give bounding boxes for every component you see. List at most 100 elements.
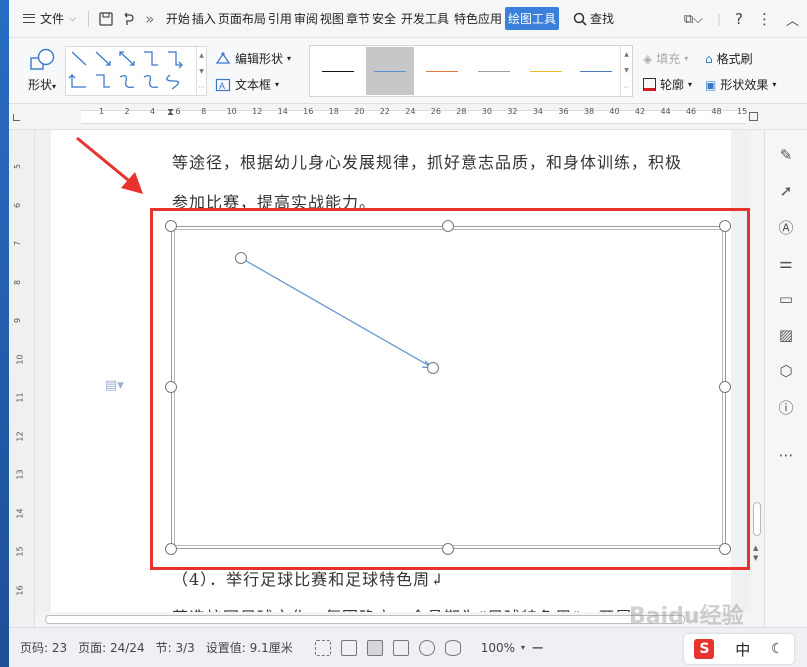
line-style-3[interactable]	[418, 47, 466, 95]
line-gallery[interactable]: ▲ ▼ ⋯	[65, 46, 207, 96]
outline-view-icon[interactable]	[392, 639, 409, 656]
ruler-tick: 12	[15, 430, 25, 442]
chevron-down-icon: ▾	[275, 80, 280, 89]
horizontal-ruler[interactable]: ⧗ 1 2 4 6 8 10 12 14 16 18 20 22 24 26 28 30 32 34 36 38 40 4…	[9, 104, 807, 130]
more-menu-icon[interactable]: ⋮	[757, 10, 772, 28]
zoom-out-icon[interactable]: −	[531, 638, 544, 657]
paragraph-line[interactable]: 等途径，根据幼儿身心发展规律，抓好意志品质，和身体训练，积极	[172, 149, 682, 173]
ruler-tick: 22	[379, 107, 390, 116]
scroll-up-icon[interactable]: ▲	[753, 544, 758, 552]
search-button[interactable]: 查找	[573, 10, 614, 27]
edit-shape-icon	[215, 51, 231, 64]
help-icon[interactable]: ⓘ	[775, 396, 797, 418]
line-style-5[interactable]	[522, 47, 570, 95]
scroll-down-icon[interactable]: ▼	[753, 554, 758, 562]
tab-references[interactable]: 引用	[267, 7, 293, 30]
ruler-tick: 15	[737, 107, 748, 116]
collapse-ribbon-icon[interactable]: ︿	[786, 10, 799, 29]
save-icon[interactable]	[95, 8, 117, 30]
help-icon[interactable]: ?	[735, 10, 743, 28]
image-icon[interactable]: ▨	[775, 324, 797, 346]
scrollbar-thumb[interactable]	[753, 502, 761, 536]
tab-home[interactable]: 开始	[165, 7, 191, 30]
moon-icon[interactable]: ☾	[771, 641, 784, 657]
shield-icon[interactable]: ⬡	[775, 360, 797, 382]
canvas-resize-handle[interactable]	[719, 220, 731, 232]
search-label: 查找	[590, 12, 615, 26]
chevron-down-icon: ▾	[287, 54, 292, 63]
ime-toolbar[interactable]: S 中 ☾	[684, 634, 794, 664]
vertical-scrollbar[interactable]: ▲ ▼	[750, 130, 764, 627]
tab-developer[interactable]: 开发工具	[400, 7, 450, 30]
tab-sections[interactable]: 章节	[345, 7, 371, 30]
tab-view[interactable]: 视图	[319, 7, 345, 30]
ruler-toggle-icon[interactable]	[749, 112, 758, 121]
file-menu-button[interactable]: 文件 ⌵	[9, 0, 82, 38]
setting-value[interactable]: 设置值: 9.1厘米	[206, 639, 293, 656]
scrollbar-thumb[interactable]	[45, 615, 685, 624]
zoom-level[interactable]: 100%	[481, 641, 515, 655]
text-style-icon[interactable]: Ⓐ	[775, 216, 797, 238]
line-style-1[interactable]	[314, 47, 362, 95]
pen-icon[interactable]: ✎	[775, 144, 797, 166]
indent-marker-icon[interactable]: ⧗	[167, 107, 174, 118]
textbox-button[interactable]: A 文本框 ▾	[215, 76, 279, 93]
canvas-resize-handle[interactable]	[165, 381, 177, 393]
shape-effect-button[interactable]: ▣ 形状效果 ▾	[705, 76, 776, 93]
tab-review[interactable]: 审阅	[293, 7, 319, 30]
pointer-icon[interactable]: ➚	[775, 180, 797, 202]
format-brush-button[interactable]: ⌂ 格式刷	[705, 50, 753, 67]
line-swatch	[580, 71, 612, 72]
canvas-resize-handle[interactable]	[442, 543, 454, 555]
eye-protect-icon[interactable]	[444, 639, 461, 656]
chevron-down-icon: ▾	[688, 80, 693, 89]
file-menu-label: 文件	[40, 12, 65, 26]
page-view-icon[interactable]	[366, 639, 383, 656]
line-style-6[interactable]	[572, 47, 620, 95]
tab-insert[interactable]: 插入	[191, 7, 217, 30]
line-start-handle[interactable]	[235, 252, 247, 264]
gallery-scroll[interactable]: ▲ ▼ ⋯	[620, 46, 632, 96]
canvas-resize-handle[interactable]	[165, 543, 177, 555]
ime-mode[interactable]: 中	[735, 639, 750, 660]
tab-drawing-tools[interactable]: 绘图工具	[505, 7, 560, 30]
fill-button[interactable]: ◈ 填充 ▾	[643, 50, 688, 67]
line-style-2[interactable]	[366, 47, 414, 95]
shape-icon	[29, 48, 55, 70]
arrow-line-shape[interactable]	[229, 248, 449, 378]
section-count[interactable]: 节: 3/3	[156, 639, 195, 656]
read-mode-icon[interactable]	[340, 639, 357, 656]
sync-icon[interactable]: ⧉⌵	[684, 12, 703, 27]
page-code[interactable]: 页码: 23	[20, 639, 67, 656]
line-end-handle[interactable]	[427, 362, 439, 374]
tab-special[interactable]: 特色应用	[453, 7, 503, 30]
more-icon[interactable]: ⋯	[775, 444, 797, 466]
vertical-ruler[interactable]: 5 6 7 8 9 10 11 12 13 14 15 16	[9, 130, 35, 627]
tab-security[interactable]: 安全	[371, 7, 397, 30]
canvas-resize-handle[interactable]	[719, 381, 731, 393]
tab-page-layout[interactable]: 页面布局	[217, 7, 267, 30]
watermark-logo: Baidu经验	[629, 604, 744, 629]
chevron-down-icon: ▾	[52, 82, 57, 91]
archive-icon[interactable]: ▭	[775, 288, 797, 310]
line-style-4[interactable]	[470, 47, 518, 95]
zoom-control[interactable]: 100% ▾ −	[481, 638, 545, 657]
undo-icon[interactable]	[117, 8, 139, 30]
web-view-icon[interactable]	[418, 639, 435, 656]
paragraph-layout-icon[interactable]: ▤▾	[105, 378, 124, 393]
shape-style-gallery: ▲ ▼ ⋯	[309, 45, 633, 97]
page-count[interactable]: 页面: 24/24	[78, 639, 144, 656]
canvas-resize-handle[interactable]	[719, 543, 731, 555]
outline-button[interactable]: 轮廓 ▾	[643, 76, 692, 93]
shape-button[interactable]: 形状▾	[19, 46, 65, 98]
fullscreen-icon[interactable]	[314, 639, 331, 656]
more-tools-button[interactable]: »	[139, 8, 161, 30]
gallery-scroll[interactable]: ▲ ▼ ⋯	[196, 47, 206, 95]
settings-sliders-icon[interactable]: ⚌	[775, 252, 797, 274]
canvas-resize-handle[interactable]	[442, 220, 454, 232]
ruler-tick: 5	[13, 163, 23, 170]
edit-shape-button[interactable]: 编辑形状 ▾	[215, 50, 291, 67]
ruler-tick: 16	[303, 107, 314, 116]
canvas-resize-handle[interactable]	[165, 220, 177, 232]
outline-icon	[643, 78, 656, 91]
